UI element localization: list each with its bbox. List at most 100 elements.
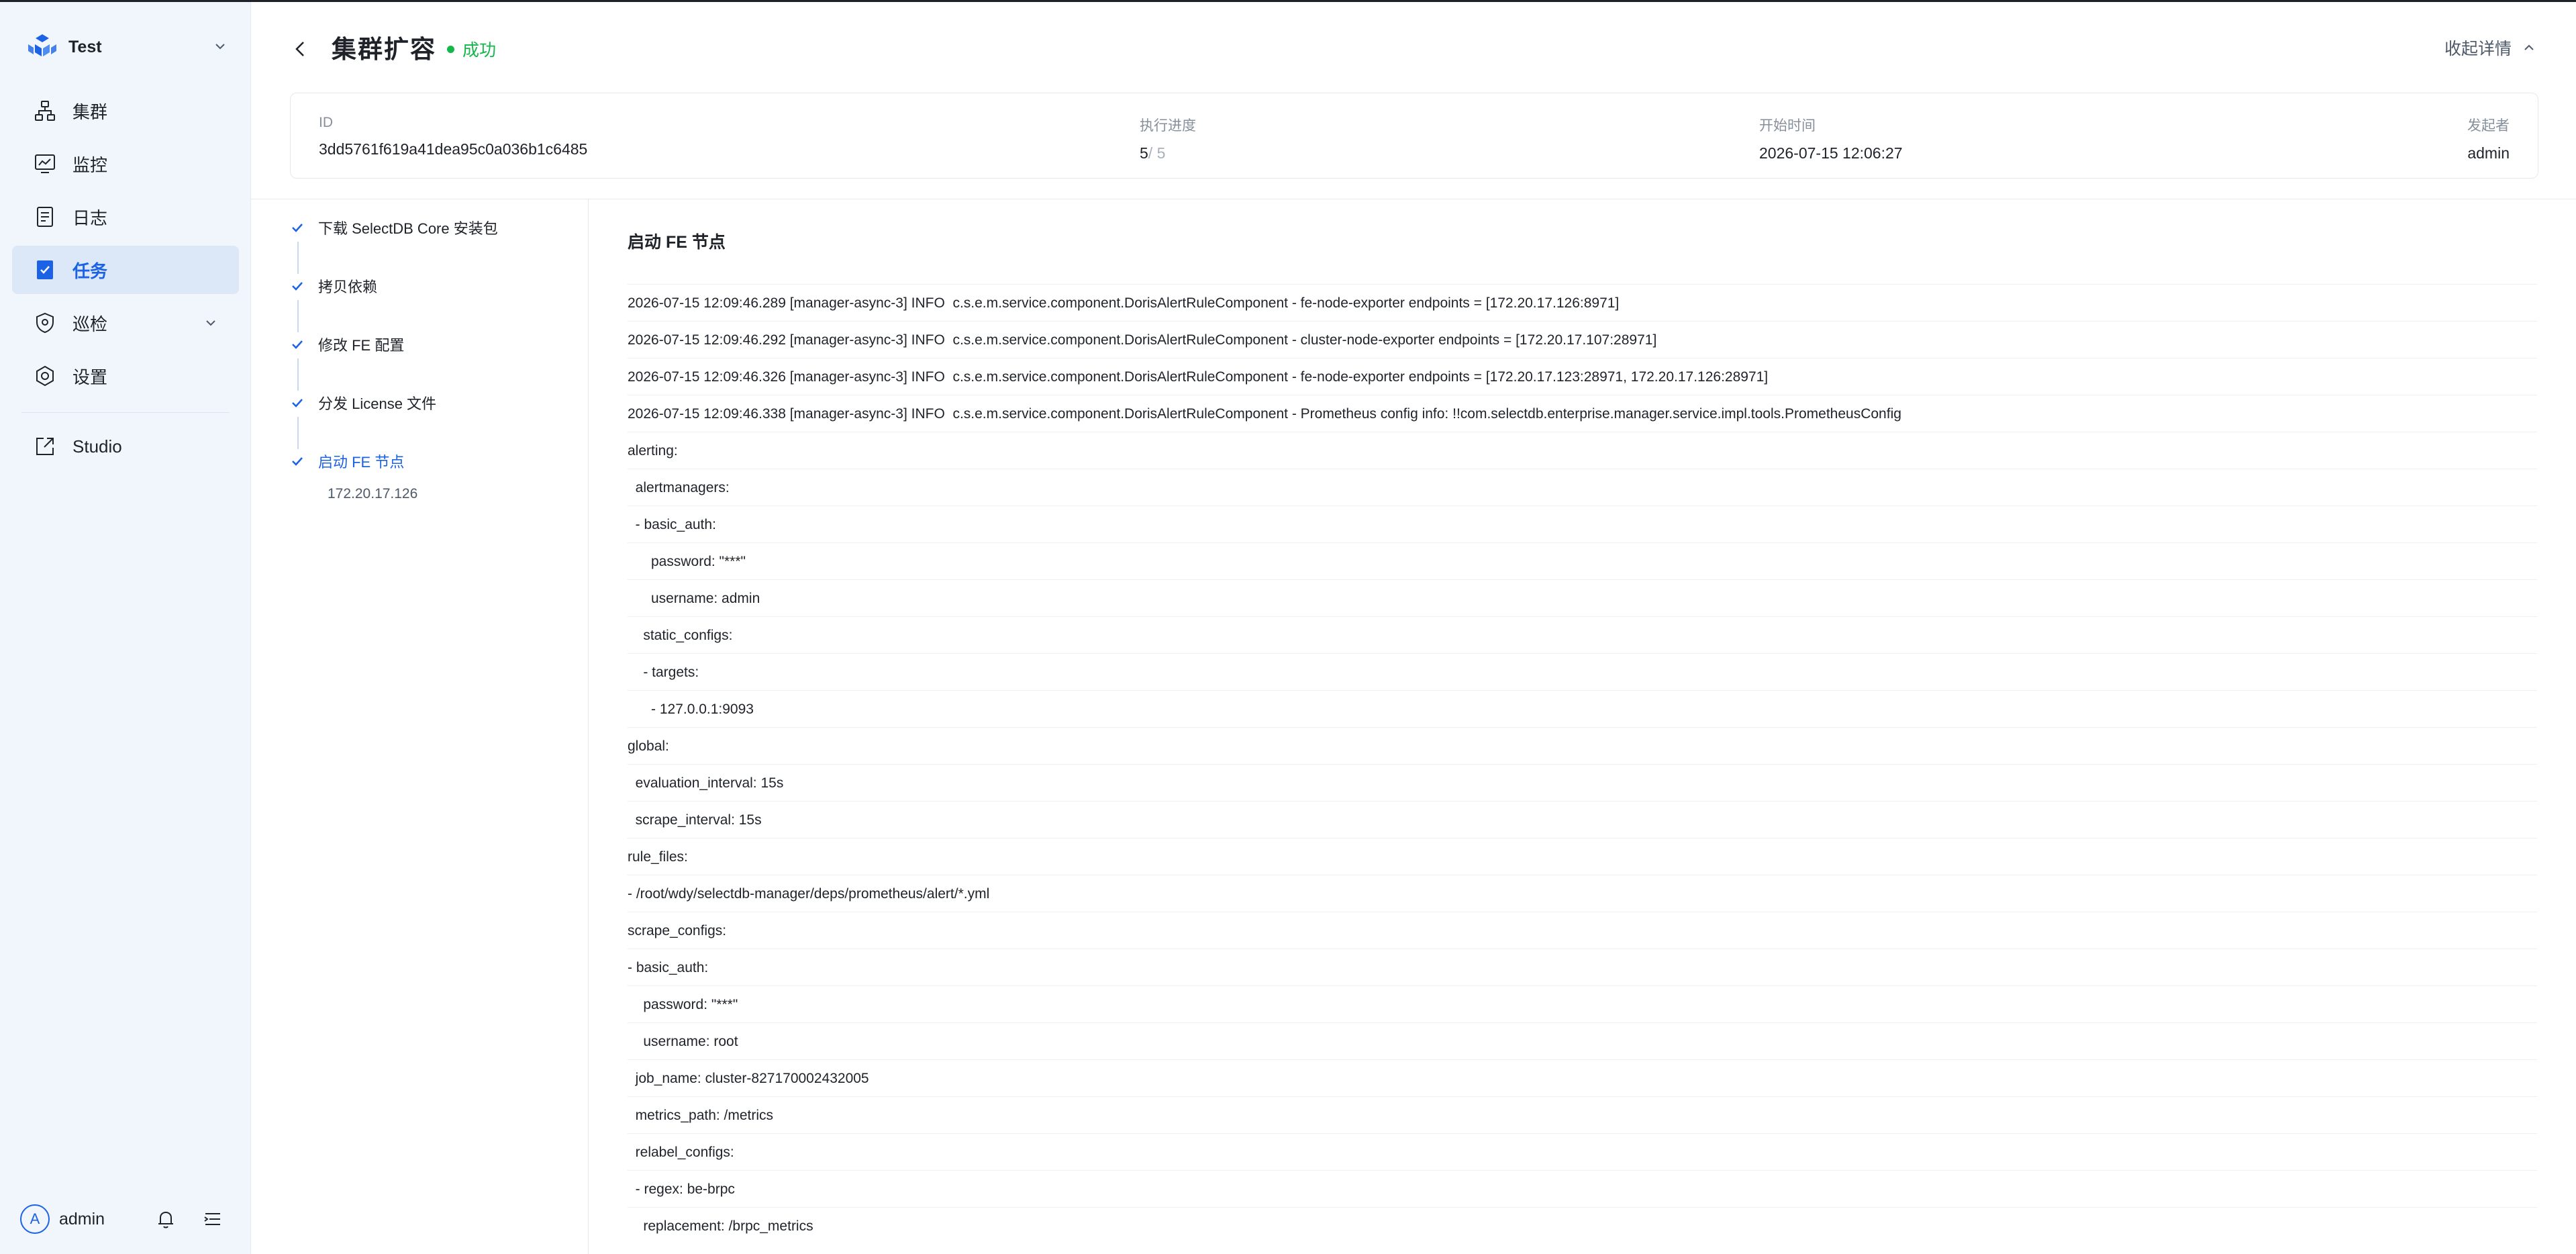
sidebar-item-studio[interactable]: Studio (12, 422, 239, 471)
step-item[interactable]: 拷贝依赖 (289, 273, 377, 299)
bell-icon[interactable] (154, 1208, 177, 1231)
sidebar-item-inspection[interactable]: 巡检 (12, 299, 239, 347)
collapse-details-button[interactable]: 收起详情 (2444, 36, 2537, 60)
check-icon (292, 282, 303, 291)
status-badge: 成功 (447, 37, 496, 61)
step-label: 分发 License 文件 (318, 395, 437, 412)
log-line: alertmanagers: (628, 469, 2537, 505)
log-line: 2026-07-15 12:09:46.292 [manager-async-3… (628, 321, 2537, 358)
log-line: password: "***" (628, 985, 2537, 1022)
step-connector (297, 358, 299, 391)
back-arrow-icon[interactable] (291, 37, 310, 61)
log-line: evaluation_interval: 15s (628, 764, 2537, 801)
info-id: ID 3dd5761f619a41dea95c0a036b1c6485 (319, 115, 587, 158)
chevron-down-icon (215, 44, 225, 50)
page-title: 集群扩容 (332, 36, 436, 63)
log-line: static_configs: (628, 616, 2537, 653)
chevron-down-icon (206, 320, 215, 326)
log-line: - basic_auth: (628, 949, 2537, 985)
workspace-switcher[interactable]: Test (27, 30, 228, 64)
page-header: 集群扩容 成功 收起详情 (251, 2, 2576, 93)
info-value: admin (2467, 144, 2510, 162)
log-line: metrics_path: /metrics (628, 1096, 2537, 1133)
step-label: 修改 FE 配置 (318, 337, 405, 354)
task-info-card: ID 3dd5761f619a41dea95c0a036b1c6485 执行进度… (290, 93, 2538, 179)
log-line: global: (628, 727, 2537, 764)
log-line: rule_files: (628, 838, 2537, 875)
step-connector (297, 242, 299, 274)
step-item[interactable]: 修改 FE 配置 (289, 331, 404, 358)
sidebar-item-label: 集群 (72, 101, 108, 122)
info-label: 发起者 (2467, 118, 2510, 134)
check-icon (292, 399, 303, 407)
log-line: alerting: (628, 432, 2537, 469)
menu-icon[interactable] (201, 1208, 224, 1231)
step-label: 启动 FE 节点 (318, 454, 405, 471)
log-icon (37, 207, 53, 227)
info-label: 执行进度 (1140, 118, 1196, 134)
log-line: - targets: (628, 653, 2537, 690)
sidebar-item-label: Studio (72, 436, 122, 456)
step-connector (297, 300, 299, 332)
sidebar-item-label: 任务 (72, 260, 108, 281)
gear-icon (36, 365, 54, 387)
sidebar-item-log[interactable]: 日志 (12, 193, 239, 241)
info-value: 2026-07-15 12:06:27 (1759, 144, 1903, 162)
check-icon (292, 457, 303, 466)
log-title: 启动 FE 节点 (628, 233, 726, 252)
status-text: 成功 (462, 41, 497, 60)
collapse-label: 收起详情 (2444, 40, 2512, 58)
sidebar-item-monitor[interactable]: 监控 (12, 140, 239, 188)
step-node-link[interactable]: 172.20.17.126 (328, 486, 417, 502)
info-value: 3dd5761f619a41dea95c0a036b1c6485 (319, 140, 588, 158)
info-label: 开始时间 (1759, 118, 1816, 134)
avatar[interactable]: A (20, 1204, 50, 1234)
step-list: 下载 SelectDB Core 安装包 拷贝依赖 修改 FE 配置 分发 Li… (251, 199, 589, 1254)
cluster-icon (35, 101, 55, 121)
info-value: 5/ 5 (1140, 144, 1196, 162)
step-connector (297, 417, 299, 449)
log-line: username: admin (628, 579, 2537, 616)
user-area: A admin (20, 1202, 228, 1236)
log-line: username: root (628, 1022, 2537, 1059)
log-line: 2026-07-15 12:09:46.326 [manager-async-3… (628, 358, 2537, 395)
monitor-icon (35, 154, 55, 173)
log-line: - basic_auth: (628, 505, 2537, 542)
check-icon (292, 340, 303, 349)
sidebar-item-label: 设置 (72, 367, 108, 387)
step-item[interactable]: 下载 SelectDB Core 安装包 (289, 214, 498, 241)
sidebar-item-settings[interactable]: 设置 (12, 352, 239, 400)
sidebar-item-task[interactable]: 任务 (12, 246, 239, 294)
step-label: 下载 SelectDB Core 安装包 (318, 220, 498, 237)
task-detail-content: 下载 SelectDB Core 安装包 拷贝依赖 修改 FE 配置 分发 Li… (251, 199, 2576, 1254)
log-panel: 启动 FE 节点 2026-07-15 12:09:46.289 [manage… (628, 199, 2537, 1254)
log-line: job_name: cluster-827170002432005 (628, 1059, 2537, 1096)
sidebar-item-cluster[interactable]: 集群 (12, 87, 239, 135)
log-line: - regex: be-brpc (628, 1170, 2537, 1207)
log-line: scrape_interval: 15s (628, 801, 2537, 838)
log-line: 2026-07-15 12:09:46.289 [manager-async-3… (628, 284, 2537, 321)
info-progress: 执行进度 5/ 5 (1140, 115, 1196, 162)
progress-done: 5 (1140, 144, 1148, 162)
log-line: scrape_configs: (628, 912, 2537, 949)
step-item[interactable]: 分发 License 文件 (289, 389, 436, 416)
chevron-up-icon (2524, 44, 2534, 50)
progress-total: / 5 (1148, 144, 1166, 162)
log-line: - /root/wdy/selectdb-manager/deps/promet… (628, 875, 2537, 912)
shield-icon (36, 312, 54, 334)
info-start-time: 开始时间 2026-07-15 12:06:27 (1759, 115, 1903, 162)
step-label: 拷贝依赖 (318, 279, 378, 295)
user-name[interactable]: admin (59, 1210, 105, 1229)
log-line: relabel_configs: (628, 1133, 2537, 1170)
info-label: ID (319, 115, 333, 130)
external-link-icon (36, 438, 54, 455)
workspace-name: Test (68, 37, 102, 56)
sidebar-item-label: 日志 (72, 207, 108, 228)
sidebar: Test 集群 监控 日志 任务 巡检 设置 Studio A admin (0, 2, 251, 1254)
log-line: replacement: /brpc_metrics (628, 1207, 2537, 1244)
task-icon (37, 260, 53, 279)
log-list[interactable]: 2026-07-15 12:09:46.289 [manager-async-3… (628, 284, 2537, 1244)
info-initiator: 发起者 admin (2467, 115, 2510, 162)
sidebar-item-label: 巡检 (72, 314, 108, 334)
step-item-active[interactable]: 启动 FE 节点 (289, 448, 404, 475)
